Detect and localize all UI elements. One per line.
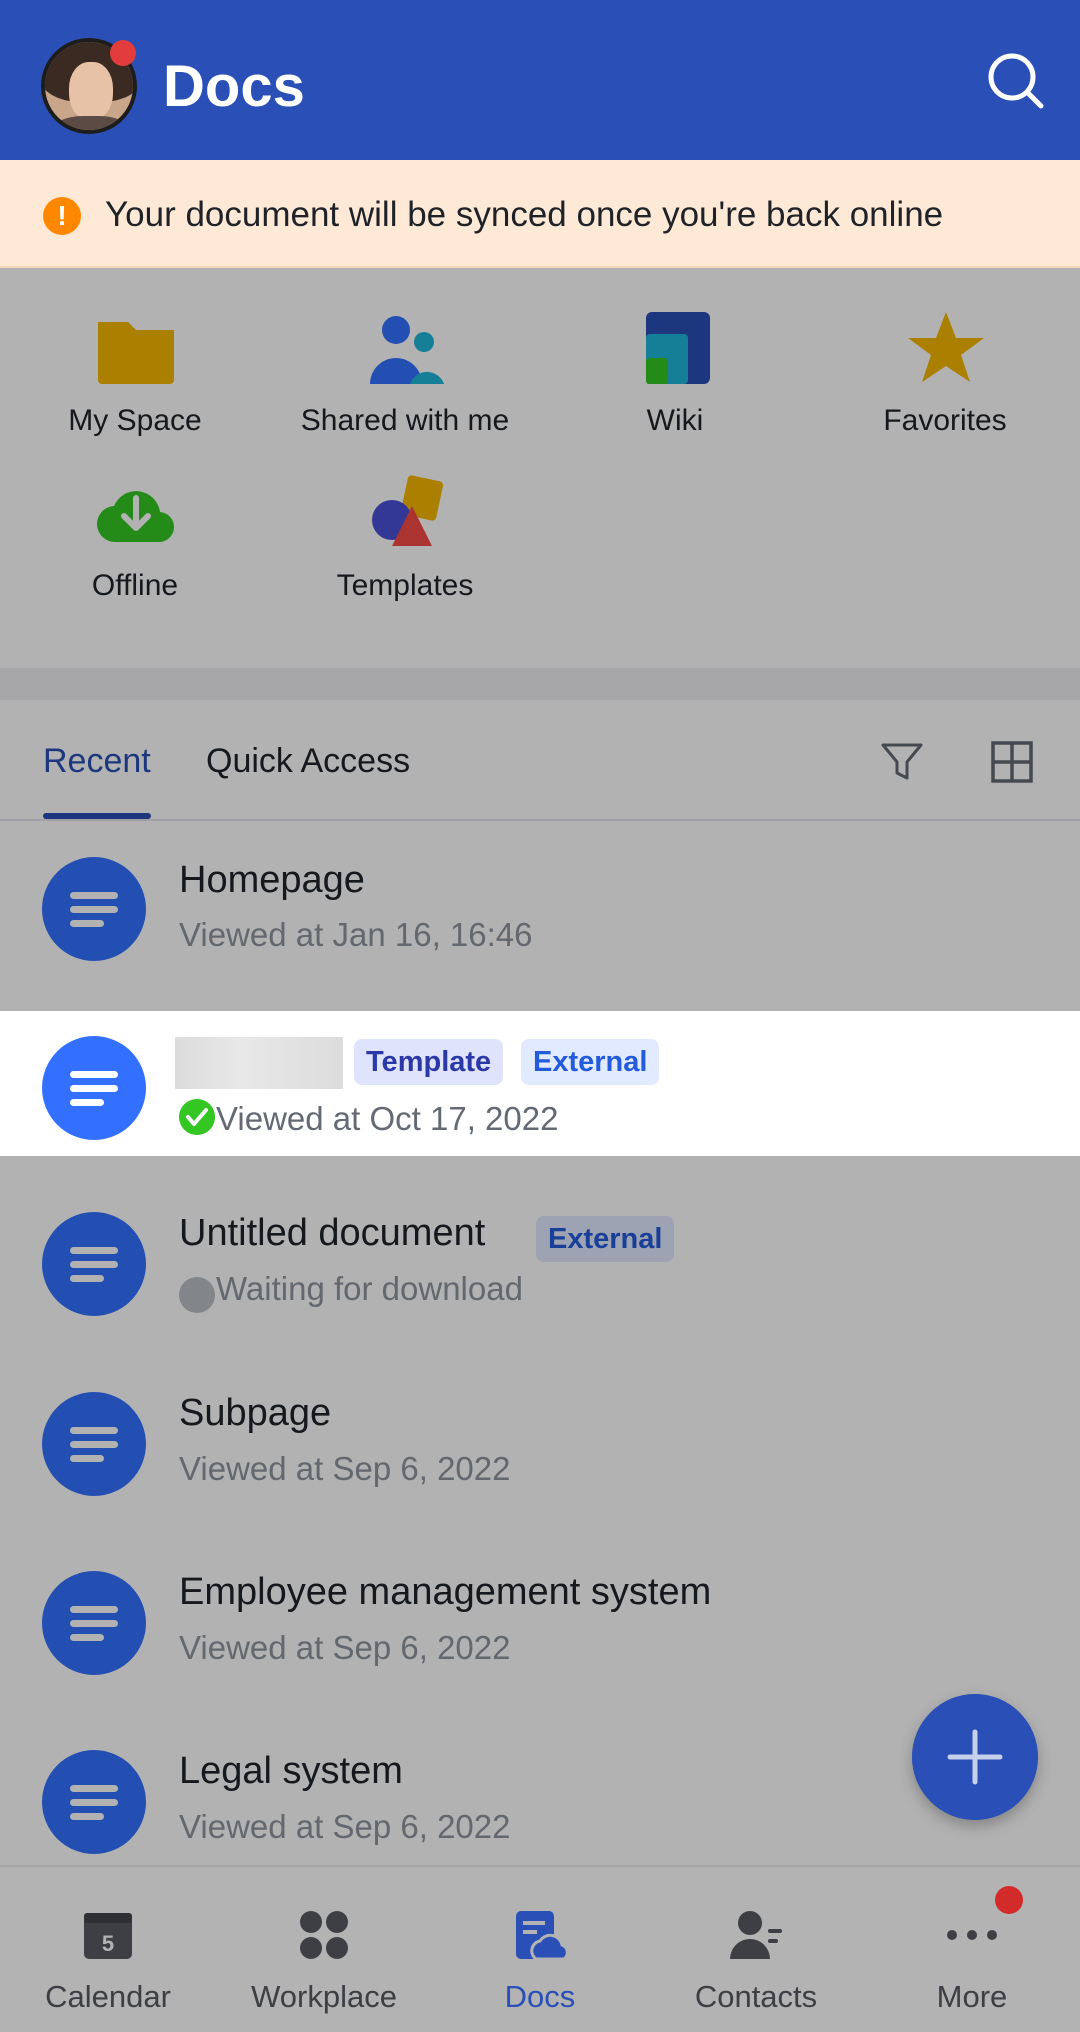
highlighted-document-row[interactable]: Template External Viewed at Oct 17, 2022 (0, 1011, 1080, 1156)
nav-workplace[interactable]: Workplace (216, 1867, 432, 2032)
bottom-navigation: 5 Calendar Workplace Docs Contacts More (0, 1865, 1080, 2032)
synced-check-icon (179, 1099, 215, 1135)
svg-text:5: 5 (102, 1931, 114, 1956)
notification-dot (110, 40, 136, 66)
offline-banner: ! Your document will be synced once you'… (0, 160, 1080, 268)
docs-icon (516, 1911, 568, 1961)
nav-docs[interactable]: Docs (432, 1867, 648, 2032)
dim-overlay (0, 160, 1080, 1011)
nav-contacts[interactable]: Contacts (648, 1867, 864, 2032)
document-subtitle: Viewed at Oct 17, 2022 (216, 1100, 559, 1137)
warning-icon: ! (43, 197, 81, 235)
nav-label: Contacts (694, 1979, 818, 2014)
document-icon (42, 1036, 146, 1140)
nav-label: Workplace (251, 1979, 397, 2014)
contacts-icon (730, 1911, 782, 1959)
nav-label: More (936, 1979, 1008, 2014)
search-icon[interactable] (985, 50, 1045, 110)
calendar-icon: 5 (84, 1913, 132, 1959)
page-title: Docs (163, 54, 305, 119)
nav-more[interactable]: More (864, 1867, 1080, 2032)
banner-text: Your document will be synced once you're… (105, 195, 944, 234)
create-new-button[interactable] (912, 1694, 1038, 1820)
template-badge: Template (354, 1039, 504, 1085)
more-icon (947, 1930, 997, 1940)
nav-calendar[interactable]: 5 Calendar (0, 1867, 216, 2032)
app-header: Docs (0, 0, 1080, 160)
more-notification-dot (995, 1886, 1023, 1914)
redacted-title (175, 1037, 343, 1089)
nav-label: Calendar (45, 1979, 171, 2014)
nav-label: Docs (504, 1979, 576, 2014)
external-badge: External (521, 1039, 660, 1085)
workplace-icon (300, 1911, 348, 1959)
